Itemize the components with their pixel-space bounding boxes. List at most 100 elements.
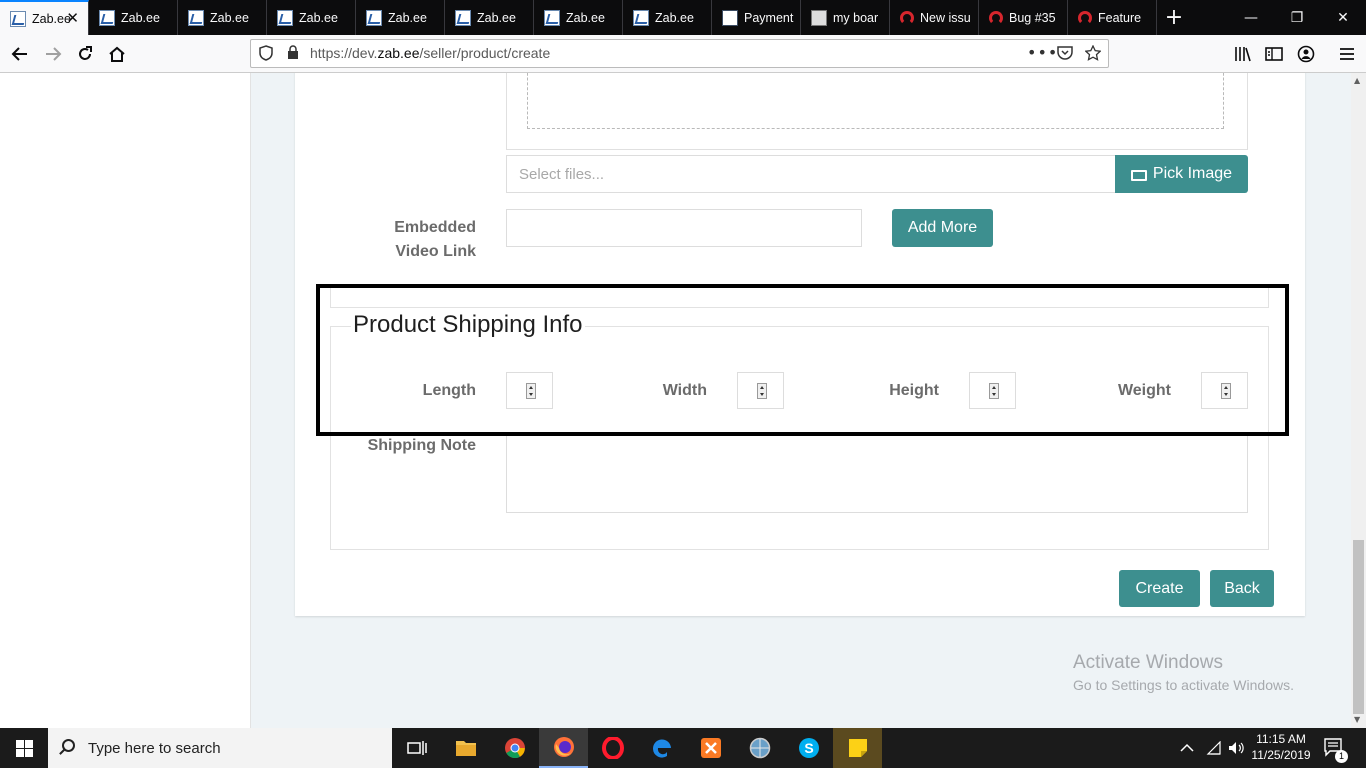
firefox-icon (553, 737, 574, 757)
taskbar-search[interactable]: Type here to search (48, 728, 392, 768)
start-button[interactable] (0, 728, 48, 768)
taskbar-clock[interactable]: 11:15 AM 11/25/2019 (1248, 731, 1314, 763)
account-button[interactable] (1291, 39, 1321, 69)
taskbar-chrome[interactable] (490, 728, 539, 768)
restore-window-button[interactable]: ❐ (1274, 0, 1320, 35)
browser-tab[interactable]: Zab.ee (267, 0, 356, 35)
highlight-box (316, 284, 1289, 436)
taskbar-file-explorer[interactable] (441, 728, 490, 768)
close-window-button[interactable]: ✕ (1320, 0, 1366, 35)
taskbar-sticky-notes[interactable] (833, 728, 882, 768)
shipping-note-label: Shipping Note (367, 437, 476, 454)
library-icon (1235, 47, 1251, 62)
tab-label: Bug #35 (1009, 10, 1056, 25)
video-link-input[interactable] (506, 209, 862, 247)
reload-icon (79, 46, 92, 60)
taskbar-xampp[interactable] (686, 728, 735, 768)
bug-favicon-icon (900, 10, 914, 25)
tab-label: Payment (744, 10, 794, 25)
arrow-left-icon (11, 47, 27, 61)
lock-icon[interactable] (287, 45, 299, 64)
windows-taskbar: Type here to search S 11:15 AM 11/25/201… (0, 728, 1366, 768)
taskbar-skype[interactable]: S (784, 728, 833, 768)
scroll-down-icon[interactable]: ▼ (1354, 715, 1360, 724)
browser-tab[interactable]: New issu (890, 0, 979, 35)
task-view-button[interactable] (392, 728, 441, 768)
zab-favicon-icon (455, 9, 471, 26)
browser-tab[interactable]: Bug #35 (979, 0, 1068, 35)
browser-tab[interactable]: my boar (801, 0, 890, 35)
zab-favicon-icon (544, 9, 560, 26)
chevron-up-icon (1180, 743, 1194, 752)
navigation-toolbar: https://dev.zab.ee/seller/product/create… (0, 35, 1366, 73)
menu-button[interactable] (1332, 39, 1362, 69)
browser-tab[interactable]: Zab.ee (356, 0, 445, 35)
action-center-button[interactable]: 1 (1323, 728, 1348, 768)
page-viewport: Select files... Pick Image Embedded Vide… (0, 73, 1351, 728)
back-button[interactable] (5, 39, 35, 69)
forward-button[interactable] (38, 39, 68, 69)
url-text: https://dev.zab.ee/seller/product/create (310, 45, 551, 61)
browser-tab[interactable]: Payment (712, 0, 801, 35)
notification-count-badge: 1 (1335, 750, 1348, 763)
opera-icon (601, 737, 624, 759)
clock-date: 11/25/2019 (1251, 748, 1311, 762)
back-form-button[interactable]: Back (1210, 570, 1274, 607)
pick-image-button[interactable]: Pick Image (1115, 155, 1248, 193)
taskbar-search-placeholder: Type here to search (88, 739, 221, 757)
taskbar-edge[interactable] (637, 728, 686, 768)
browser-tab[interactable]: Zab.ee (623, 0, 712, 35)
volume-control[interactable] (1228, 728, 1246, 768)
new-tab-button[interactable]: + (1157, 0, 1191, 35)
taskbar-opera[interactable] (588, 728, 637, 768)
chrome-icon (504, 738, 525, 759)
create-button[interactable]: Create (1119, 570, 1200, 607)
app-sidebar (0, 73, 251, 728)
activation-watermark-text: Go to Settings to activate Windows. (1073, 677, 1294, 693)
wifi-icon (1206, 741, 1221, 755)
clock-time: 11:15 AM (1256, 732, 1306, 746)
taskbar-firefox[interactable] (539, 728, 588, 768)
browser-tab[interactable]: Zab.ee (89, 0, 178, 35)
reload-button[interactable] (70, 39, 100, 69)
tab-label: New issu (920, 10, 971, 25)
shield-icon[interactable] (259, 45, 273, 65)
zab-favicon-icon (99, 9, 115, 26)
edge-icon (652, 739, 671, 758)
add-more-button[interactable]: Add More (892, 209, 993, 247)
search-icon (62, 739, 75, 752)
browser-tab[interactable]: Zab.ee (178, 0, 267, 35)
zab-favicon-icon (188, 9, 204, 26)
minimize-window-button[interactable]: — (1228, 0, 1274, 35)
vertical-scrollbar[interactable]: ▲ ▼ (1351, 73, 1366, 728)
browser-tab[interactable]: Zab.ee (445, 0, 534, 35)
home-button[interactable] (102, 39, 132, 69)
page-actions-icon[interactable]: ••• (1027, 43, 1058, 62)
tab-strip: Zab.ee ✕ Zab.ee Zab.ee Zab.ee Zab.ee Zab.ee Zab… (0, 0, 1366, 35)
tab-label: Feature (1098, 10, 1142, 25)
pocket-icon[interactable] (1057, 45, 1073, 64)
folder-open-icon (1130, 169, 1147, 181)
taskbar-app-globe[interactable] (735, 728, 784, 768)
arrow-right-icon (46, 47, 62, 61)
library-button[interactable] (1228, 39, 1258, 69)
windows-logo-icon (15, 739, 33, 757)
home-icon (109, 46, 125, 62)
board-favicon-icon (811, 9, 827, 26)
bookmark-star-icon[interactable] (1084, 44, 1102, 65)
browser-tab[interactable]: Zab.ee ✕ (0, 0, 89, 35)
bug-favicon-icon (1078, 10, 1092, 25)
sidebar-toggle-button[interactable] (1259, 39, 1289, 69)
shipping-note-textarea[interactable] (506, 433, 1248, 513)
file-select-input[interactable]: Select files... (506, 155, 1116, 193)
close-tab-icon[interactable]: ✕ (66, 11, 79, 26)
browser-tab[interactable]: Feature (1068, 0, 1157, 35)
scroll-up-icon[interactable]: ▲ (1354, 76, 1360, 85)
browser-tab[interactable]: Zab.ee (534, 0, 623, 35)
tab-label: my boar (833, 10, 879, 25)
image-dropzone[interactable] (527, 73, 1224, 129)
address-bar[interactable]: https://dev.zab.ee/seller/product/create… (250, 39, 1109, 68)
network-status[interactable] (1206, 728, 1222, 768)
show-hidden-icons-button[interactable] (1180, 728, 1194, 768)
scroll-thumb[interactable] (1353, 540, 1364, 714)
